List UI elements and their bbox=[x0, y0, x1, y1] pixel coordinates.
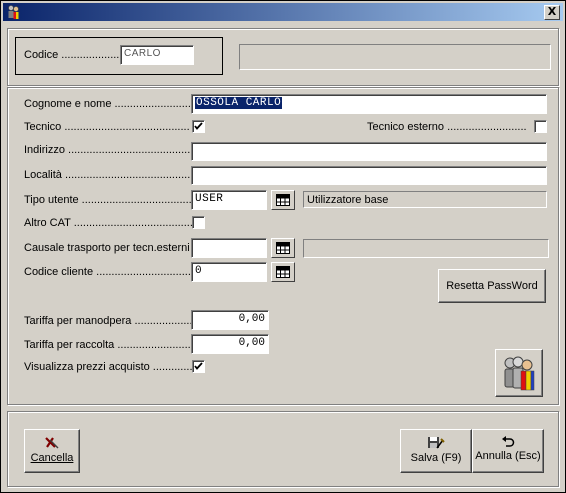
tecnico-label: Tecnico ................................… bbox=[24, 121, 190, 133]
check-icon bbox=[194, 362, 203, 370]
users-icon bbox=[504, 356, 535, 391]
grid-icon bbox=[276, 194, 290, 206]
grid-icon bbox=[276, 242, 290, 254]
altro-cat-label: Altro CAT ..............................… bbox=[24, 217, 196, 229]
causale-label: Causale trasporto per tecn.esterni .... bbox=[24, 242, 205, 254]
resetta-password-label: Resetta PassWord bbox=[446, 280, 538, 292]
tariffa-raccolta-field[interactable]: 0,00 bbox=[191, 334, 269, 354]
info-panel bbox=[239, 44, 551, 70]
tipo-utente-label: Tipo utente ............................… bbox=[24, 194, 198, 206]
localita-label: Località ...............................… bbox=[24, 169, 200, 181]
tecnico-esterno-checkbox[interactable] bbox=[534, 120, 547, 133]
dialog-window: X Codice .................... CARLO Cogn… bbox=[0, 0, 566, 493]
cognome-label: Cognome e nome .........................… bbox=[24, 98, 207, 110]
codice-cliente-lookup-button[interactable] bbox=[271, 262, 295, 282]
codice-cliente-label: Codice cliente .........................… bbox=[24, 266, 201, 278]
delete-icon bbox=[45, 437, 59, 449]
check-icon bbox=[194, 122, 203, 130]
salva-button[interactable]: Salva (F9) bbox=[400, 429, 472, 473]
altro-cat-checkbox[interactable] bbox=[192, 216, 205, 229]
tipo-utente-lookup-button[interactable] bbox=[271, 190, 295, 210]
tecnico-checkbox[interactable] bbox=[192, 120, 205, 133]
indirizzo-label: Indirizzo ..............................… bbox=[24, 144, 197, 156]
tariffa-manodopera-label: Tariffa per manodpera ..................… bbox=[24, 315, 202, 327]
visualizza-prezzi-checkbox[interactable] bbox=[192, 360, 205, 373]
visualizza-prezzi-label: Visualizza prezzi acquisto ............. bbox=[24, 361, 193, 373]
grid-icon bbox=[276, 266, 290, 278]
codice-label: Codice .................... bbox=[24, 49, 123, 61]
users-icon bbox=[8, 5, 19, 19]
annulla-button[interactable]: Annulla (Esc) bbox=[472, 429, 544, 473]
codice-cliente-field[interactable]: 0 bbox=[191, 262, 267, 282]
causale-description bbox=[303, 239, 549, 258]
codice-field[interactable]: CARLO bbox=[120, 45, 194, 65]
cognome-value: OSSOLA CARLO bbox=[195, 97, 283, 109]
cancella-button[interactable]: Cancella bbox=[24, 429, 80, 473]
tariffa-raccolta-label: Tariffa per raccolta ...................… bbox=[24, 339, 200, 351]
causale-lookup-button[interactable] bbox=[271, 238, 295, 258]
users-image-button[interactable] bbox=[495, 349, 543, 397]
tecnico-esterno-label: Tecnico esterno ........................… bbox=[367, 121, 527, 133]
tipo-utente-description: Utilizzatore base bbox=[303, 191, 547, 208]
tipo-utente-field[interactable]: USER bbox=[191, 190, 267, 210]
resetta-password-button[interactable]: Resetta PassWord bbox=[438, 269, 546, 303]
title-bar[interactable]: X bbox=[3, 3, 563, 21]
salva-label: Salva (F9) bbox=[410, 452, 462, 464]
localita-field[interactable] bbox=[191, 166, 547, 185]
close-icon: X bbox=[547, 5, 557, 18]
save-icon bbox=[428, 437, 445, 449]
cancella-label: Cancella bbox=[30, 452, 74, 464]
tipo-utente-desc-text: Utilizzatore base bbox=[307, 194, 389, 206]
tariffa-manodopera-field[interactable]: 0,00 bbox=[191, 310, 269, 330]
indirizzo-field[interactable] bbox=[191, 142, 547, 161]
close-button[interactable]: X bbox=[544, 5, 560, 20]
cognome-field[interactable]: OSSOLA CARLO bbox=[191, 94, 547, 114]
causale-field[interactable] bbox=[191, 238, 267, 258]
annulla-label: Annulla (Esc) bbox=[475, 450, 541, 462]
undo-icon bbox=[502, 436, 515, 447]
